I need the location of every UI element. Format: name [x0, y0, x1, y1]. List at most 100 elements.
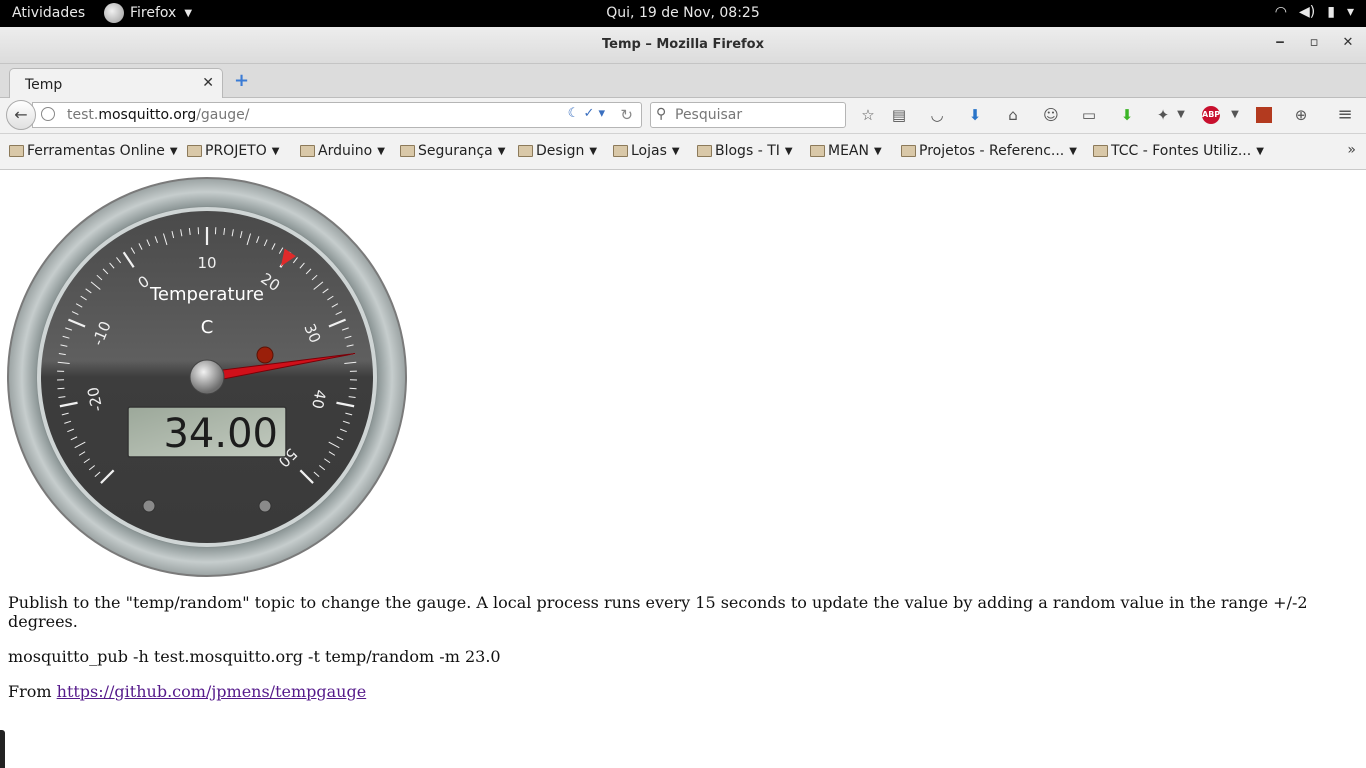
maximize-button[interactable]: ▫: [1304, 35, 1324, 55]
gauge-title: Temperature: [149, 284, 264, 305]
gauge-tick-label: 10: [197, 254, 216, 272]
bookmark-label: TCC - Fontes Utiliz...: [1111, 143, 1252, 159]
back-button[interactable]: ←: [6, 100, 36, 130]
url-text[interactable]: test.mosquitto.org/gauge/: [67, 107, 249, 123]
folder-icon: [518, 145, 533, 157]
bookmark-label: Ferramentas Online: [27, 143, 165, 159]
window-title: Temp – Mozilla Firefox: [602, 37, 764, 52]
bookmark-folder-tcc-fontes[interactable]: TCC - Fontes Utiliz... ▼: [1093, 143, 1264, 159]
source-label: From: [8, 682, 57, 701]
bookmark-star-icon[interactable]: ☆: [857, 104, 879, 126]
folder-icon: [400, 145, 415, 157]
bookmark-folder-projeto[interactable]: PROJETO ▼: [187, 143, 279, 159]
bookmark-folder-ferramentas[interactable]: Ferramentas Online ▼: [9, 143, 178, 159]
bookmark-folder-projetos-referencias[interactable]: Projetos - Referenc... ▼: [901, 143, 1077, 159]
bookmarks-toolbar: Ferramentas Online ▼ PROJETO ▼ Arduino ▼ Se…: [0, 134, 1366, 170]
bookmark-folder-mean[interactable]: MEAN ▼: [810, 143, 882, 159]
gauge-tick: [349, 387, 357, 390]
folder-icon: [187, 145, 202, 157]
chevron-down-icon: ▼: [784, 145, 793, 157]
downloads-icon[interactable]: ⬇: [964, 104, 986, 126]
hamburger-menu-icon[interactable]: ≡: [1334, 104, 1356, 126]
tab-strip: Temp ✕ +: [0, 64, 1366, 99]
chevron-down-icon: ▼: [589, 145, 598, 157]
new-tab-button[interactable]: +: [234, 70, 249, 91]
close-window-button[interactable]: ✕: [1338, 35, 1358, 55]
folder-icon: [810, 145, 825, 157]
app-menu[interactable]: Firefox ▼: [104, 3, 192, 23]
site-identity-icon[interactable]: [41, 107, 55, 121]
temperature-gauge: -20-1001020304050 Temperature C 34.00: [7, 177, 407, 577]
download-helper-icon[interactable]: ⬇: [1116, 104, 1138, 126]
close-tab-icon[interactable]: ✕: [202, 75, 214, 91]
gauge-screw-left: [142, 499, 156, 513]
battery-icon: ▮: [1327, 4, 1335, 20]
window-title-bar: Temp – Mozilla Firefox ‒ ▫ ✕: [0, 27, 1366, 64]
reload-icon[interactable]: ↻: [620, 106, 633, 124]
volume-icon: ◀): [1299, 4, 1316, 20]
pocket-icon[interactable]: ◡: [926, 104, 948, 126]
bookmark-folder-blogs-ti[interactable]: Blogs - TI ▼: [697, 143, 793, 159]
clock[interactable]: Qui, 19 de Nov, 08:25: [0, 5, 1366, 21]
reading-list-icon[interactable]: ▤: [888, 104, 910, 126]
github-link[interactable]: https://github.com/jpmens/tempgauge: [57, 682, 367, 701]
gauge-units: C: [201, 317, 214, 338]
navigation-toolbar: test.mosquitto.org/gauge/ ☾ ✓ ▾ ↻ ← ⚲ ☆ …: [0, 98, 1366, 134]
minimize-button[interactable]: ‒: [1270, 35, 1290, 55]
folder-icon: [9, 145, 24, 157]
folder-icon: [613, 145, 628, 157]
bookmark-folder-lojas[interactable]: Lojas ▼: [613, 143, 680, 159]
search-input[interactable]: [675, 106, 835, 124]
chevron-down-icon: ▼: [671, 145, 680, 157]
activities-button[interactable]: Atividades: [12, 5, 85, 21]
chevron-down-icon[interactable]: ▼: [1224, 104, 1246, 126]
bookmark-label: MEAN: [828, 143, 869, 159]
app-menu-label: Firefox: [130, 5, 177, 21]
power-menu-icon: ▾: [1346, 4, 1354, 20]
gauge-alarm-led: [256, 346, 274, 364]
window-corner-handle: [0, 730, 5, 768]
gauge-value-readout: 34.00: [163, 411, 278, 457]
chevron-down-icon: ▼: [1256, 145, 1264, 157]
adblock-plus-icon[interactable]: ABP: [1202, 106, 1220, 124]
description-paragraph: Publish to the "temp/random" topic to ch…: [8, 593, 1308, 631]
gauge-tick-label: 40: [308, 388, 329, 410]
folder-icon: [697, 145, 712, 157]
url-bar-extension-icons[interactable]: ☾ ✓ ▾: [568, 106, 605, 121]
chevron-down-icon: ▼: [271, 145, 280, 157]
search-icon: ⚲: [656, 106, 667, 122]
folder-icon: [901, 145, 916, 157]
search-box[interactable]: ⚲: [650, 102, 846, 128]
keyboard-icon[interactable]: ▭: [1078, 104, 1100, 126]
bookmarks-overflow-button[interactable]: »: [1347, 142, 1356, 158]
globe-icon[interactable]: ⊕: [1290, 104, 1312, 126]
chevron-down-icon: ▼: [377, 145, 385, 157]
gauge-tick: [57, 387, 65, 390]
bookmark-folder-arduino[interactable]: Arduino ▼: [300, 143, 385, 159]
chevron-down-icon[interactable]: ▼: [1170, 104, 1192, 126]
bookmark-label: Lojas: [631, 143, 667, 159]
url-bar[interactable]: test.mosquitto.org/gauge/ ☾ ✓ ▾ ↻: [32, 102, 642, 128]
home-icon[interactable]: ⌂: [1002, 104, 1024, 126]
system-tray[interactable]: ◠ ◀) ▮ ▾: [1275, 4, 1354, 20]
bookmark-folder-design[interactable]: Design ▼: [518, 143, 597, 159]
chat-icon[interactable]: ☺: [1040, 104, 1062, 126]
bookmark-label: Design: [536, 143, 585, 159]
bookmark-label: Segurança: [418, 143, 493, 159]
bookmark-label: Arduino: [318, 143, 373, 159]
chevron-down-icon: ▼: [497, 145, 506, 157]
chevron-down-icon: ▼: [184, 7, 193, 19]
folder-icon: [1093, 145, 1108, 157]
page-content: -20 -10 0 10 20 30 40 50 Temperature C 34.00 Pu…: [0, 170, 1366, 768]
extension-square-icon[interactable]: [1256, 107, 1272, 123]
bookmark-label: PROJETO: [205, 143, 267, 159]
chevron-down-icon: ▼: [873, 145, 882, 157]
bookmark-label: Blogs - TI: [715, 143, 780, 159]
bookmark-folder-seguranca[interactable]: Segurança ▼: [400, 143, 505, 159]
bookmark-label: Projetos - Referenc...: [919, 143, 1065, 159]
back-arrow-icon: ←: [14, 105, 28, 124]
url-prefix: test.: [67, 107, 99, 123]
chevron-down-icon: ▼: [1069, 145, 1077, 157]
gauge-needle-hub: [189, 359, 225, 395]
tab-temp[interactable]: Temp ✕: [9, 68, 223, 99]
